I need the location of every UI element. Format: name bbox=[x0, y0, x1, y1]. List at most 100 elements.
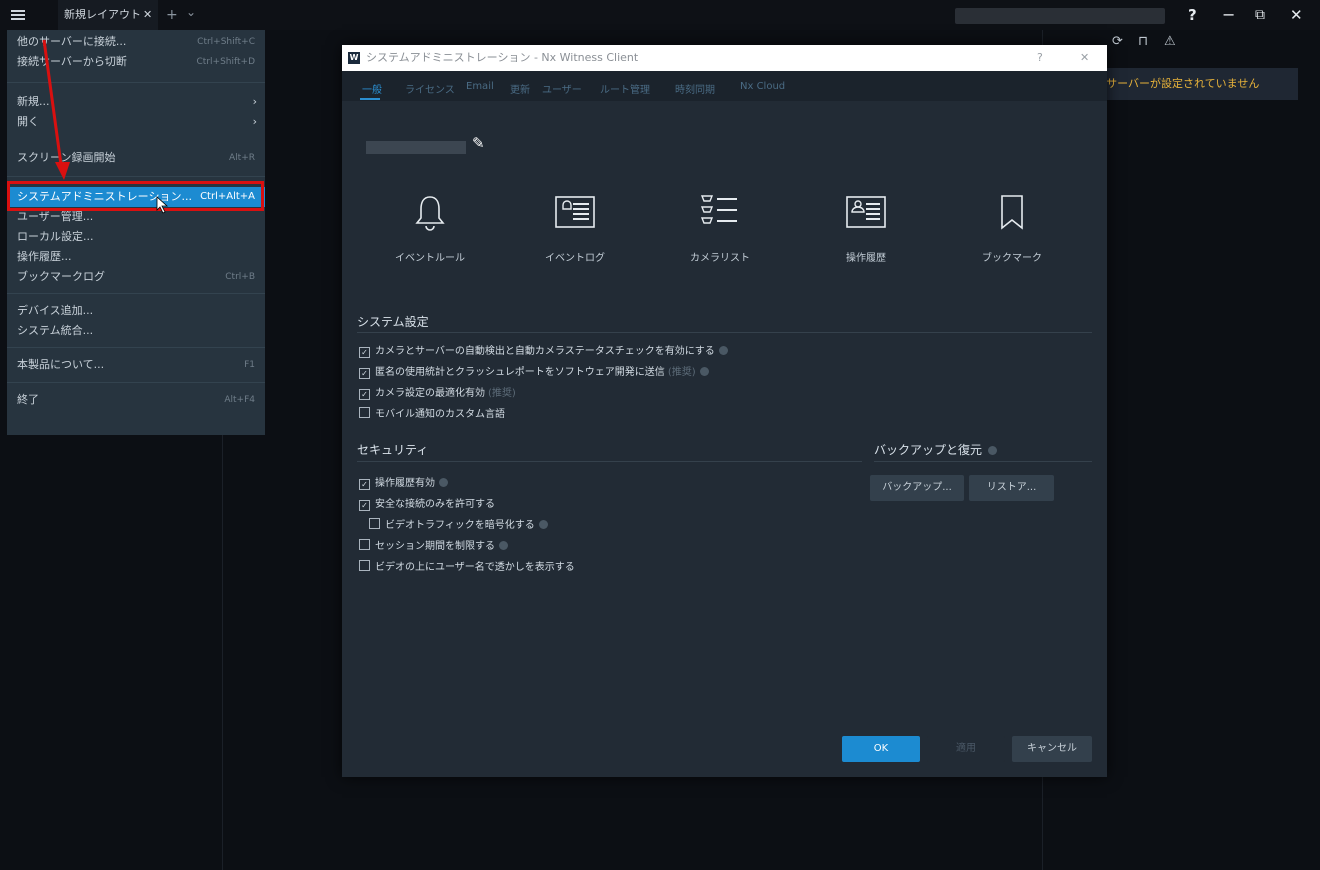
info-icon[interactable] bbox=[499, 541, 508, 550]
warning-icon[interactable]: ⚠ bbox=[1164, 34, 1176, 49]
bell-icon[interactable] bbox=[410, 191, 450, 233]
close-tab-icon[interactable]: ✕ bbox=[143, 0, 152, 30]
checkbox-unchecked[interactable] bbox=[369, 518, 380, 529]
option-camera-optimization[interactable]: ✓ カメラ設定の最適化有効 (推奨) bbox=[359, 386, 516, 402]
option-label: セッション期間を制限する bbox=[375, 541, 495, 552]
info-icon[interactable] bbox=[699, 367, 709, 376]
menu-add-device[interactable]: デバイス追加... bbox=[7, 301, 265, 321]
info-icon[interactable] bbox=[988, 446, 998, 455]
checkbox-unchecked[interactable] bbox=[359, 407, 370, 418]
option-label: ビデオの上にユーザー名で透かしを表示する bbox=[375, 562, 575, 573]
main-menu-icon[interactable] bbox=[10, 0, 30, 30]
recommended-hint: (推奨) bbox=[488, 388, 516, 399]
menu-new[interactable]: 新規... › bbox=[7, 92, 265, 112]
ok-button[interactable]: OK bbox=[842, 736, 920, 762]
tab-email[interactable]: Email bbox=[466, 81, 494, 92]
menu-item-label: 開く bbox=[17, 115, 39, 128]
section-divider bbox=[357, 332, 1092, 333]
menu-bookmark-log[interactable]: ブックマークログ Ctrl+B bbox=[7, 267, 265, 287]
option-label: カメラとサーバーの自動検出と自動カメラステータスチェックを有効にする bbox=[375, 346, 715, 357]
event-log-icon[interactable] bbox=[553, 191, 597, 233]
mouse-cursor-icon bbox=[156, 196, 169, 214]
option-label: モバイル通知のカスタム言語 bbox=[375, 409, 505, 420]
info-icon[interactable] bbox=[439, 478, 448, 487]
menu-item-label: デバイス追加... bbox=[17, 304, 94, 317]
checkbox-checked[interactable]: ✓ bbox=[359, 347, 370, 358]
option-watermark[interactable]: ビデオの上にユーザー名で透かしを表示する bbox=[359, 560, 575, 576]
checkbox-unchecked[interactable] bbox=[359, 560, 370, 571]
menu-item-label: スクリーン録画開始 bbox=[17, 151, 116, 164]
camera-list-icon[interactable] bbox=[697, 191, 741, 233]
email-warning-notification[interactable]: ilサーバーが設定されていません bbox=[1094, 68, 1298, 100]
minimize-icon[interactable]: − bbox=[1222, 0, 1235, 30]
menu-item-label: 本製品について... bbox=[17, 358, 105, 371]
option-session-limit[interactable]: セッション期間を制限する bbox=[359, 539, 508, 555]
refresh-icon[interactable]: ⟳ bbox=[1112, 34, 1123, 49]
checkbox-unchecked[interactable] bbox=[359, 539, 370, 550]
pencil-icon[interactable]: ✎ bbox=[472, 134, 485, 152]
restore-button[interactable]: リストア... bbox=[969, 475, 1054, 501]
menu-exit[interactable]: 終了 Alt+F4 bbox=[7, 390, 265, 410]
menu-connect-server[interactable]: 他のサーバーに接続... Ctrl+Shift+C bbox=[7, 32, 265, 52]
bookmark-icon[interactable] bbox=[992, 191, 1032, 233]
menu-item-label: 接続サーバーから切断 bbox=[17, 55, 127, 68]
option-mobile-notification-language[interactable]: モバイル通知のカスタム言語 bbox=[359, 407, 505, 423]
audit-trail-icon[interactable] bbox=[844, 191, 888, 233]
tab-users[interactable]: ユーザー bbox=[542, 81, 582, 96]
menu-disconnect-server[interactable]: 接続サーバーから切断 Ctrl+Shift+D bbox=[7, 52, 265, 72]
menu-about[interactable]: 本製品について... F1 bbox=[7, 355, 265, 375]
tile-camera-list-label: カメラリスト bbox=[690, 253, 750, 264]
layout-tab[interactable]: 新規レイアウト ✕ bbox=[58, 0, 158, 30]
backup-button[interactable]: バックアップ... bbox=[870, 475, 964, 501]
menu-item-shortcut: Ctrl+Shift+D bbox=[196, 57, 255, 67]
tab-general[interactable]: 一般 bbox=[362, 81, 382, 96]
option-encrypt-video[interactable]: ビデオトラフィックを暗号化する bbox=[369, 518, 548, 534]
menu-item-shortcut: Ctrl+Shift+C bbox=[197, 37, 255, 47]
menu-audit-trail[interactable]: 操作履歴... bbox=[7, 247, 265, 267]
checkbox-checked[interactable]: ✓ bbox=[359, 389, 370, 400]
section-divider bbox=[874, 461, 1092, 462]
tab-updates[interactable]: 更新 bbox=[510, 81, 530, 96]
bookmark-panel-icon[interactable]: ⊓ bbox=[1138, 34, 1148, 49]
option-label: カメラ設定の最適化有効 bbox=[375, 388, 485, 399]
tile-event-log-label: イベントログ bbox=[545, 253, 605, 264]
tile-event-rules-label: イベントルール bbox=[395, 253, 465, 264]
highlight-box bbox=[7, 181, 264, 211]
tab-time-sync[interactable]: 時刻同期 bbox=[675, 81, 715, 96]
menu-local-settings[interactable]: ローカル設定... bbox=[7, 227, 265, 247]
restore-icon[interactable]: ⧉ bbox=[1255, 0, 1265, 30]
checkbox-checked[interactable]: ✓ bbox=[359, 479, 370, 490]
chevron-down-icon[interactable]: ⌄ bbox=[186, 0, 196, 27]
menu-screen-recording[interactable]: スクリーン録画開始 Alt+R bbox=[7, 148, 265, 168]
menu-open[interactable]: 開く › bbox=[7, 112, 265, 132]
option-anonymous-statistics[interactable]: ✓ 匿名の使用統計とクラッシュレポートをソフトウェア開発に送信 (推奨) bbox=[359, 365, 709, 381]
info-icon[interactable] bbox=[718, 346, 728, 355]
apply-button[interactable]: 適用 bbox=[927, 736, 1005, 762]
checkbox-checked[interactable]: ✓ bbox=[359, 368, 370, 379]
section-divider bbox=[357, 461, 862, 462]
info-icon[interactable] bbox=[538, 520, 548, 529]
close-window-icon[interactable]: ✕ bbox=[1290, 0, 1303, 30]
tab-nx-cloud[interactable]: Nx Cloud bbox=[740, 81, 785, 92]
tab-licenses[interactable]: ライセンス bbox=[405, 81, 455, 96]
option-label: 匿名の使用統計とクラッシュレポートをソフトウェア開発に送信 bbox=[375, 367, 665, 378]
menu-separator bbox=[7, 176, 265, 177]
dialog-tabs: 一般 ライセンス Email 更新 ユーザー ルート管理 時刻同期 Nx Clo… bbox=[342, 71, 1107, 101]
menu-merge-systems[interactable]: システム統合... bbox=[7, 321, 265, 341]
checkbox-checked[interactable]: ✓ bbox=[359, 500, 370, 511]
cancel-button[interactable]: キャンセル bbox=[1012, 736, 1092, 762]
help-icon[interactable]: ? bbox=[1188, 0, 1197, 30]
backup-heading-label: バックアップと復元 bbox=[874, 443, 983, 457]
option-audit-trail[interactable]: ✓ 操作履歴有効 bbox=[359, 476, 448, 492]
backup-heading: バックアップと復元 bbox=[874, 441, 998, 458]
menu-item-label: 他のサーバーに接続... bbox=[17, 35, 127, 48]
menu-separator bbox=[7, 82, 265, 83]
option-secure-connections[interactable]: ✓ 安全な接続のみを許可する bbox=[359, 497, 495, 513]
dialog-close-icon[interactable]: ✕ bbox=[1080, 45, 1089, 71]
search-field[interactable] bbox=[955, 8, 1165, 24]
add-tab-icon[interactable]: + bbox=[166, 0, 178, 30]
option-auto-discovery[interactable]: ✓ カメラとサーバーの自動検出と自動カメラステータスチェックを有効にする bbox=[359, 344, 728, 360]
dialog-help-icon[interactable]: ? bbox=[1037, 45, 1043, 71]
app-logo: W bbox=[348, 52, 360, 64]
tab-routing[interactable]: ルート管理 bbox=[600, 81, 650, 96]
